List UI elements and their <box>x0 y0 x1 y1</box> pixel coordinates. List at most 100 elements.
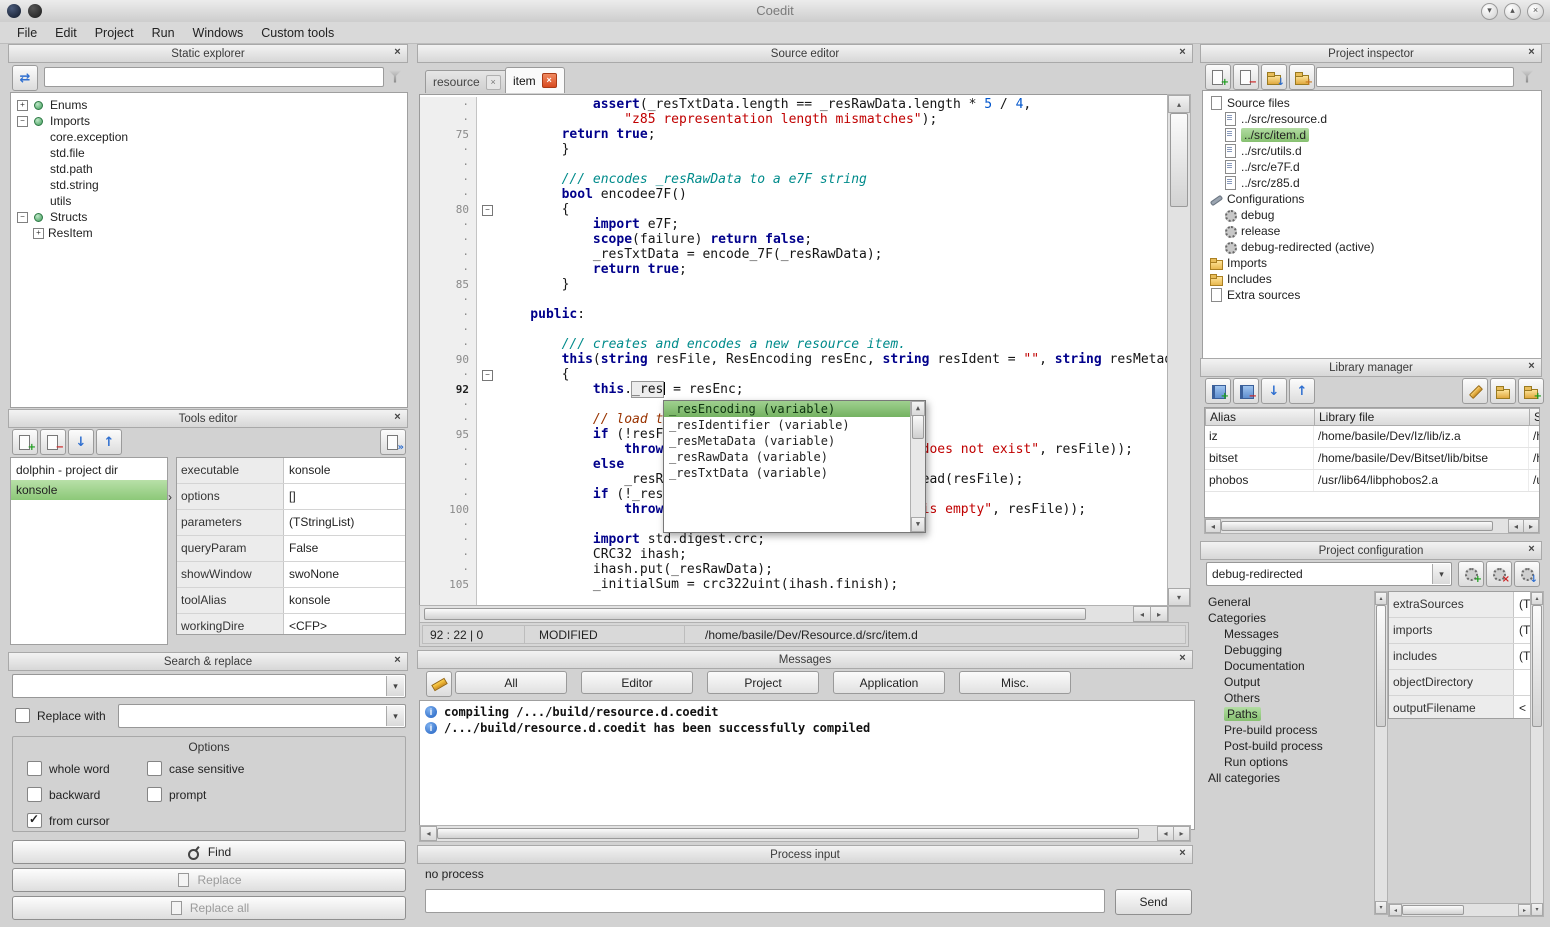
code-line[interactable]: public: <box>499 307 1168 322</box>
maximize-window-icon[interactable]: ▴ <box>1504 3 1521 20</box>
gutter-cell[interactable]: 95 <box>420 427 476 442</box>
gutter-cell[interactable]: · <box>420 487 476 502</box>
move-tool-up-button[interactable]: ↑ <box>96 429 122 455</box>
clone-config-button[interactable]: ↓ <box>1514 561 1540 587</box>
project-tree-item[interactable]: release <box>1203 223 1541 239</box>
symbol-tree-item[interactable]: −Imports <box>11 113 407 129</box>
category-item[interactable]: Debugging <box>1200 642 1372 658</box>
gutter-cell[interactable]: · <box>420 322 476 337</box>
menu-windows[interactable]: Windows <box>184 24 253 42</box>
completion-item[interactable]: _resMetaData (variable) <box>664 433 911 449</box>
property-value[interactable]: (T <box>1514 618 1531 643</box>
open-library-folder-button[interactable] <box>1490 378 1516 404</box>
code-line[interactable] <box>499 157 1168 172</box>
hscroll-thumb[interactable] <box>1221 521 1493 531</box>
menu-project[interactable]: Project <box>86 24 143 42</box>
project-tree-item[interactable]: Source files <box>1203 95 1541 111</box>
message-item[interactable]: icompiling /.../build/resource.d.coedit <box>422 704 1192 720</box>
symbol-tree-item[interactable]: +Enums <box>11 97 407 113</box>
menu-run[interactable]: Run <box>143 24 184 42</box>
messages-filter-misc[interactable]: Misc. <box>959 671 1071 694</box>
filter-icon[interactable] <box>1520 69 1534 83</box>
scroll-left-icon[interactable]: ◂ <box>1389 904 1402 916</box>
category-item[interactable]: All categories <box>1200 770 1372 786</box>
gutter-cell[interactable]: · <box>420 172 476 187</box>
symbol-tree-item[interactable]: std.string <box>11 177 407 193</box>
grid-vscrollbar[interactable]: ▴ ▾ <box>1530 591 1544 917</box>
code-line[interactable] <box>499 322 1168 337</box>
project-tree-item[interactable]: Imports <box>1203 255 1541 271</box>
replace-with-checkbox[interactable]: Replace with <box>15 708 106 723</box>
category-item[interactable]: Messages <box>1200 626 1372 642</box>
option-checkbox-from-cursor[interactable]: from cursor <box>27 813 147 828</box>
scroll-up-icon[interactable]: ▴ <box>1375 592 1387 605</box>
clear-messages-button[interactable] <box>426 671 452 697</box>
completion-item[interactable]: _resEncoding (variable) <box>664 401 911 417</box>
gutter-cell[interactable]: 80 <box>420 202 476 217</box>
symbol-tree-item[interactable]: +ResItem <box>11 225 407 241</box>
category-item[interactable]: Categories <box>1200 610 1372 626</box>
fold-collapse-icon[interactable]: − <box>482 370 493 381</box>
close-panel-icon[interactable]: × <box>1176 847 1189 860</box>
menu-custom-tools[interactable]: Custom tools <box>252 24 343 42</box>
find-button[interactable]: Find <box>12 840 406 864</box>
code-line[interactable]: this(string resFile, ResEncoding resEnc,… <box>499 352 1168 367</box>
project-tree-item[interactable]: debug-redirected (active) <box>1203 239 1541 255</box>
clone-tool-button[interactable]: » <box>380 429 406 455</box>
scroll-down-icon[interactable]: ▼ <box>911 517 925 532</box>
symbol-search-input[interactable] <box>44 67 384 87</box>
remove-source-button[interactable]: − <box>1233 64 1259 90</box>
category-item[interactable]: Pre-build process <box>1200 722 1372 738</box>
messages-filter-editor[interactable]: Editor <box>581 671 693 694</box>
remove-tool-button[interactable]: − <box>40 429 66 455</box>
editor-vscrollbar[interactable]: ▴ ▾ <box>1167 94 1191 607</box>
vscroll-thumb[interactable] <box>1532 605 1542 727</box>
close-panel-icon[interactable]: × <box>391 411 404 424</box>
close-panel-icon[interactable]: × <box>391 654 404 667</box>
add-source-button[interactable]: + <box>1205 64 1231 90</box>
option-checkbox-prompt[interactable]: prompt <box>147 787 397 802</box>
hscroll-thumb[interactable] <box>1402 905 1464 915</box>
shade-window-icon[interactable]: ▾ <box>1481 3 1498 20</box>
gutter-cell[interactable]: · <box>420 472 476 487</box>
property-value[interactable]: konsole <box>284 588 405 613</box>
gutter-cell[interactable]: · <box>420 157 476 172</box>
gutter-cell[interactable]: · <box>420 547 476 562</box>
send-button[interactable]: Send <box>1115 889 1192 915</box>
code-line[interactable]: bool encodee7F() <box>499 187 1168 202</box>
tab-resource[interactable]: resource × <box>425 70 509 93</box>
code-line[interactable]: return true; <box>499 127 1168 142</box>
gutter-cell[interactable]: 75 <box>420 127 476 142</box>
edit-library-button[interactable] <box>1462 378 1488 404</box>
scroll-left-icon[interactable]: ◂ <box>1157 826 1174 841</box>
library-hscrollbar[interactable]: ◂ ◂ ▸ <box>1204 518 1540 534</box>
app-menu-icon[interactable] <box>28 4 42 18</box>
gutter-cell[interactable]: · <box>420 517 476 532</box>
hscroll-thumb[interactable] <box>424 608 1086 620</box>
message-item[interactable]: i/.../build/resource.d.coedit has been s… <box>422 720 1192 736</box>
property-value[interactable]: [] <box>284 484 405 509</box>
property-value[interactable]: konsole <box>284 458 405 483</box>
fold-collapse-icon[interactable]: − <box>482 205 493 216</box>
messages-filter-project[interactable]: Project <box>707 671 819 694</box>
symbol-tree-item[interactable]: std.file <box>11 145 407 161</box>
tool-list-item[interactable]: dolphin - project dir <box>11 460 167 480</box>
gutter-cell[interactable]: · <box>420 97 476 112</box>
option-checkbox-backward[interactable]: backward <box>27 787 147 802</box>
close-tab-icon[interactable]: × <box>542 73 557 88</box>
code-line[interactable]: { <box>499 367 1168 382</box>
scroll-left-icon[interactable]: ◂ <box>1133 606 1151 622</box>
code-line[interactable]: } <box>499 142 1168 157</box>
category-item[interactable]: General <box>1200 594 1372 610</box>
property-value[interactable]: (T <box>1514 592 1531 617</box>
line-number-gutter[interactable]: ··75····80····85····90·92··95····100····… <box>420 97 477 606</box>
process-input-field[interactable] <box>425 889 1105 913</box>
category-item[interactable]: Output <box>1200 674 1372 690</box>
property-value[interactable]: < <box>1514 696 1531 719</box>
open-folder-button[interactable]: ↓ <box>1261 64 1287 90</box>
move-library-up-button[interactable]: ↑ <box>1289 378 1315 404</box>
category-item[interactable]: Post-build process <box>1200 738 1372 754</box>
library-row[interactable]: phobos/usr/lib64/libphobos2.a/us <box>1205 470 1539 492</box>
gutter-cell[interactable]: · <box>420 442 476 457</box>
scroll-down-icon[interactable]: ▾ <box>1168 588 1190 606</box>
